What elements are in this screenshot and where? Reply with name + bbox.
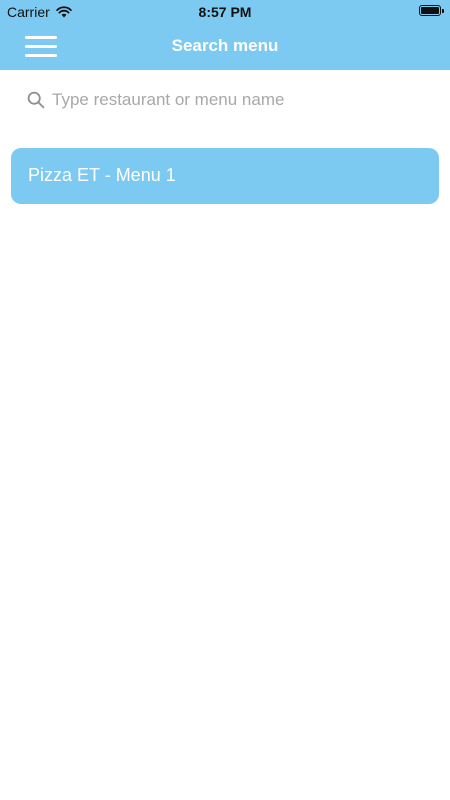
search-input[interactable]: [52, 86, 422, 114]
top-bar: Carrier 8:57 PM Search menu: [0, 0, 450, 70]
status-bar: Carrier 8:57 PM: [0, 0, 450, 22]
battery-icon: [419, 5, 444, 16]
result-item-label: Pizza ET - Menu 1: [28, 165, 176, 185]
result-item[interactable]: Pizza ET - Menu 1: [11, 148, 439, 204]
search-bar: [0, 70, 450, 130]
status-time: 8:57 PM: [198, 4, 252, 20]
battery-level: [421, 7, 439, 14]
page-title: Search menu: [171, 36, 279, 55]
navigation-bar: Search menu: [0, 22, 450, 70]
search-icon: [27, 91, 45, 109]
app-screen: Carrier 8:57 PM Search menu Type restaur…: [0, 0, 450, 800]
